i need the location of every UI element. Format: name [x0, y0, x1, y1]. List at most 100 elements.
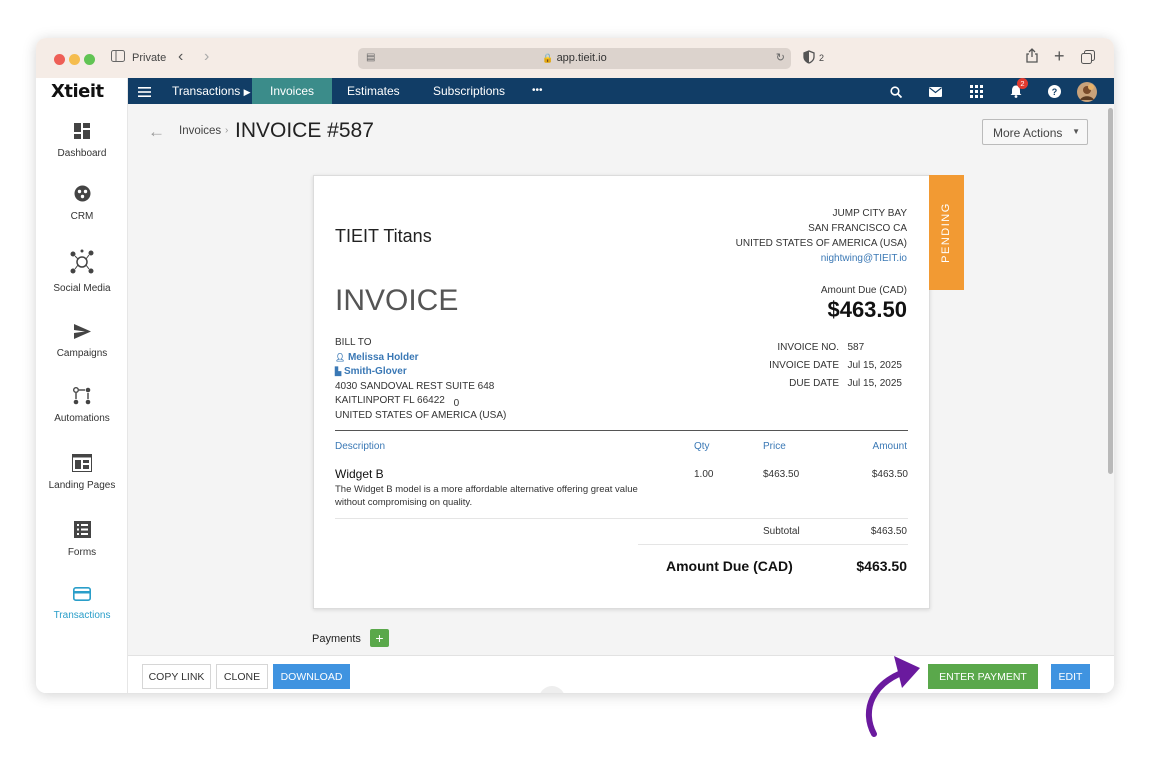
shield-icon[interactable]: [803, 50, 815, 67]
browser-titlebar: Private ‹ › ▤ 🔒 app.tieit.io ↻ 2 +: [36, 38, 1114, 78]
sidebar-item-dashboard[interactable]: Dashboard: [36, 122, 128, 159]
sidebar-toggle-icon[interactable]: [111, 49, 125, 65]
column-header-description: Description: [335, 441, 386, 452]
maximize-window-button[interactable]: [84, 54, 95, 65]
invoice-meta-row: INVOICE NO. 587: [777, 342, 865, 353]
sidebar-item-social-media[interactable]: Social Media: [36, 249, 128, 294]
invoice-heading: INVOICE: [335, 284, 459, 317]
line-item-qty: 1.00: [694, 469, 714, 480]
sidebar-item-label: Social Media: [53, 283, 111, 294]
chevron-down-icon: ▼: [1072, 127, 1080, 136]
bill-to-block: BILL TO 👤︎ Melissa Holder ▙ Smith-Glover…: [335, 337, 507, 421]
hamburger-menu-icon[interactable]: [138, 78, 151, 104]
search-icon[interactable]: [890, 78, 903, 104]
back-icon[interactable]: ‹: [178, 48, 183, 66]
reload-icon[interactable]: ↻: [776, 51, 785, 64]
minimize-window-button[interactable]: [69, 54, 80, 65]
sidebar-item-campaigns[interactable]: Campaigns: [36, 322, 128, 359]
clone-button[interactable]: CLONE: [216, 664, 268, 689]
enter-payment-button[interactable]: ENTER PAYMENT: [928, 664, 1038, 689]
sidebar-item-transactions[interactable]: Transactions: [36, 584, 128, 621]
copy-link-button[interactable]: COPY LINK: [142, 664, 211, 689]
line-item-price: $463.50: [763, 469, 800, 480]
amount-due-value: $463.50: [827, 297, 907, 322]
sidebar-item-label: Transactions: [53, 610, 111, 621]
subtotal-label: Subtotal: [763, 526, 800, 537]
column-header-price: Price: [763, 441, 786, 452]
back-arrow-icon[interactable]: ←: [148, 122, 165, 142]
amount-due-label: Amount Due (CAD): [820, 285, 907, 296]
svg-text:?: ?: [1052, 87, 1058, 97]
add-payment-button[interactable]: +: [370, 629, 389, 647]
close-window-button[interactable]: [54, 54, 65, 65]
sidebar-item-label: CRM: [70, 211, 94, 222]
client-company-link[interactable]: ▙ Smith-Glover: [335, 365, 506, 380]
apps-grid-icon[interactable]: [970, 78, 983, 104]
stray-character: 0: [453, 398, 460, 409]
browser-window: Private ‹ › ▤ 🔒 app.tieit.io ↻ 2 + Xtiei…: [36, 38, 1114, 693]
line-item-name: Widget B: [335, 467, 384, 481]
table-divider: [335, 430, 908, 431]
url-bar[interactable]: ▤ 🔒 app.tieit.io ↻: [358, 48, 791, 69]
total-value: $463.50: [856, 558, 907, 574]
form-icon: [36, 521, 128, 543]
nav-more-icon[interactable]: •••: [532, 78, 543, 104]
tieit-logo[interactable]: Xtieit: [51, 81, 104, 102]
shield-count: 2: [819, 53, 825, 63]
column-header-qty: Qty: [694, 441, 710, 452]
invoice-meta: INVOICE NO. 587 INVOICE DATE Jul 15, 202…: [707, 338, 907, 392]
forward-icon[interactable]: ›: [204, 48, 209, 66]
social-network-icon: [36, 249, 128, 279]
sidebar-item-forms[interactable]: Forms: [36, 521, 128, 558]
breadcrumb-invoices-link[interactable]: Invoices: [179, 125, 221, 137]
annotation-arrow: [865, 656, 920, 737]
edit-button[interactable]: EDIT: [1051, 664, 1090, 689]
more-actions-label: More Actions: [993, 126, 1063, 140]
status-badge: PENDING: [929, 175, 964, 290]
landing-page-icon: [36, 454, 128, 476]
line-item-amount: $463.50: [871, 469, 908, 480]
breadcrumb-separator: ›: [225, 125, 229, 136]
company-name: TIEIT Titans: [335, 226, 432, 246]
sidebar-item-automations[interactable]: Automations: [36, 387, 128, 424]
user-avatar[interactable]: [1077, 78, 1097, 104]
nav-subscriptions-tab[interactable]: Subscriptions: [433, 78, 505, 104]
sidebar-item-label: Forms: [67, 547, 97, 558]
subtotal-value: $463.50: [870, 526, 907, 537]
download-button[interactable]: DOWNLOAD: [273, 664, 350, 689]
share-icon[interactable]: [1026, 48, 1038, 66]
more-actions-dropdown[interactable]: More Actions ▼: [982, 119, 1088, 145]
nav-transactions[interactable]: Transactions ▶: [172, 78, 251, 104]
client-contact-link[interactable]: 👤︎ Melissa Holder: [335, 351, 506, 366]
new-tab-icon[interactable]: +: [1054, 46, 1065, 67]
mail-icon[interactable]: [929, 78, 942, 104]
invoice-meta-row: INVOICE DATE Jul 15, 2025: [769, 360, 902, 371]
tabs-overview-icon[interactable]: [1081, 50, 1095, 67]
sidebar-item-label: Campaigns: [56, 348, 108, 359]
private-label: Private: [132, 52, 167, 64]
automation-icon: [36, 387, 128, 409]
page-scrollbar[interactable]: [1106, 104, 1114, 693]
nav-estimates-tab[interactable]: Estimates: [347, 78, 400, 104]
nav-invoices-tab[interactable]: Invoices: [252, 78, 333, 104]
sidebar-item-label: Dashboard: [57, 148, 107, 159]
status-badge-label: PENDING: [940, 202, 952, 263]
building-icon: ▙: [335, 367, 342, 376]
send-icon: [36, 322, 128, 344]
payments-label: Payments: [312, 633, 361, 645]
notification-count-badge: 2: [1017, 78, 1028, 89]
line-item-row: Widget B The Widget B model is a more af…: [335, 467, 908, 508]
help-icon[interactable]: ?: [1048, 78, 1061, 104]
invoice-meta-row: DUE DATE Jul 15, 2025: [789, 378, 902, 389]
top-navbar: Transactions ▶ Invoices Estimates Subscr…: [128, 78, 1114, 108]
sidebar-item-landing-pages[interactable]: Landing Pages: [36, 454, 128, 491]
line-item-description: without compromising on quality.: [335, 497, 473, 508]
app-sidebar: Xtieit Dashboard CRM Social Media Campai…: [36, 78, 128, 693]
scrollbar-thumb[interactable]: [1108, 108, 1113, 474]
crm-icon: [36, 185, 128, 207]
sidebar-item-label: Automations: [54, 413, 110, 424]
page-title: INVOICE #587: [235, 119, 374, 142]
sidebar-item-crm[interactable]: CRM: [36, 185, 128, 222]
bill-to-label: BILL TO: [335, 337, 372, 348]
company-email-link[interactable]: nightwing@TIEIT.io: [647, 251, 907, 266]
